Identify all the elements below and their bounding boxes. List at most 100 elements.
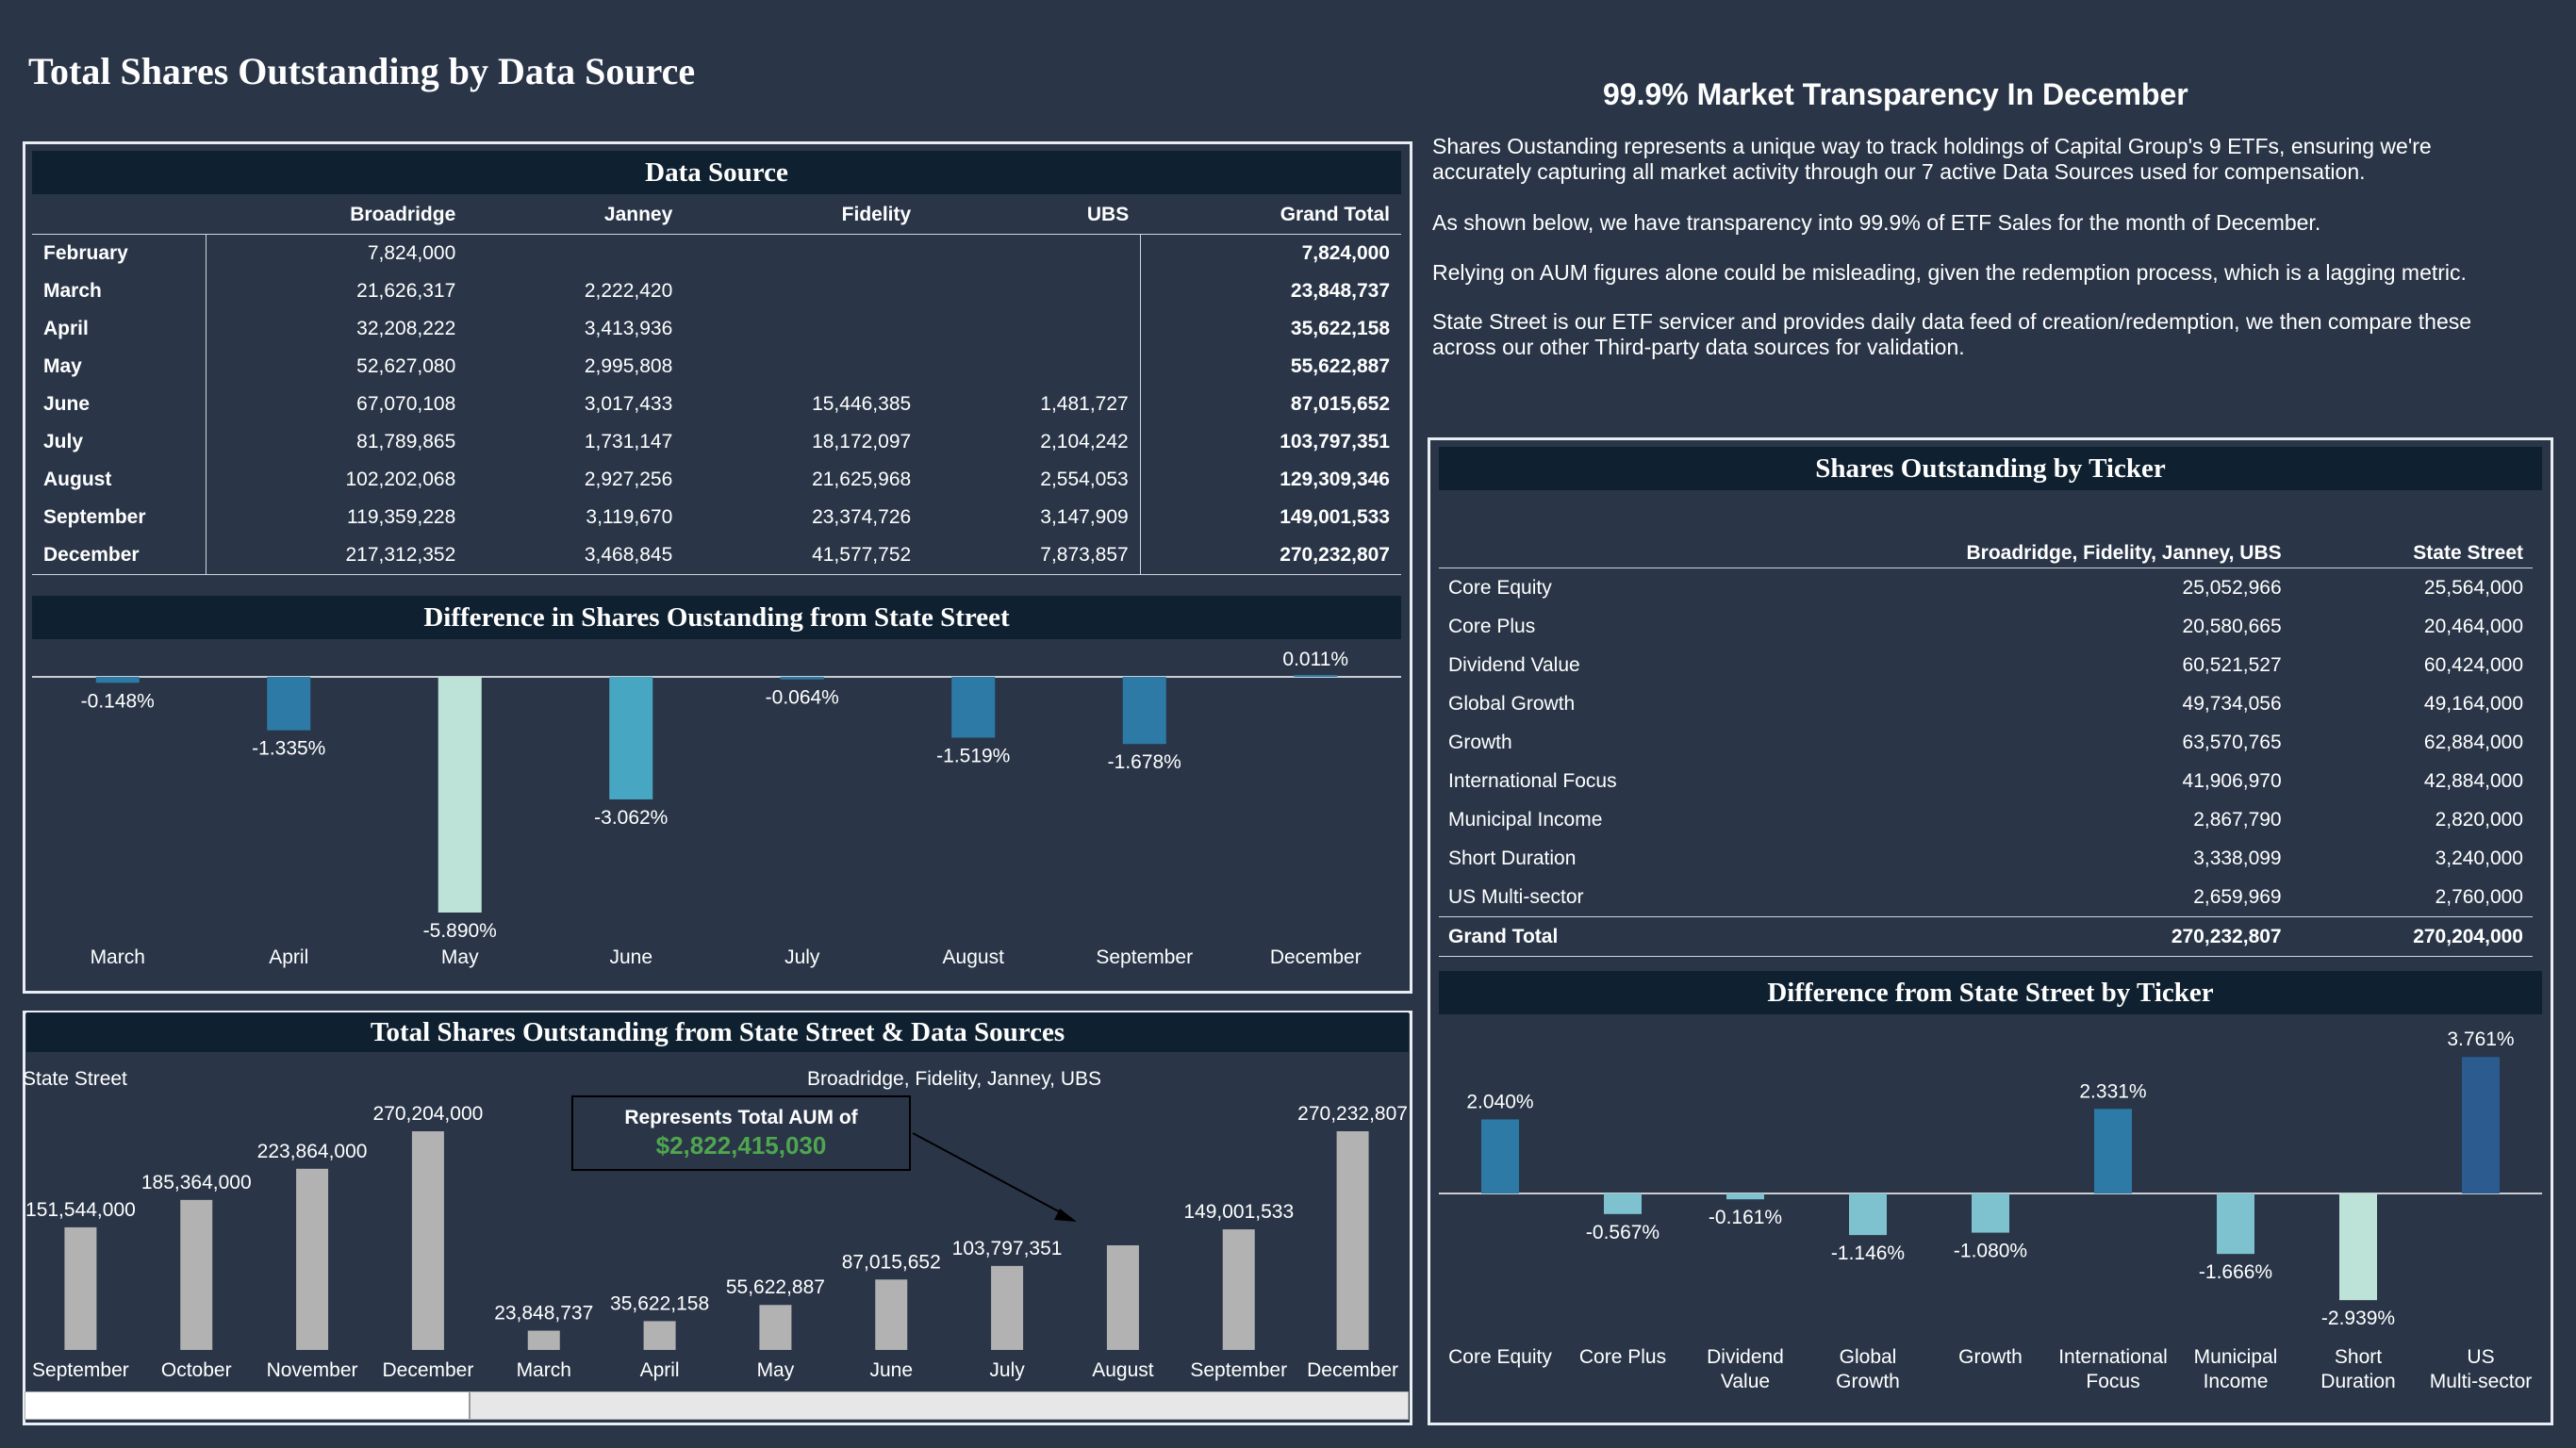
- value-cell: 41,577,752: [684, 536, 923, 575]
- data-label: 270,204,000: [373, 1103, 484, 1125]
- value-cell: 60,521,527: [2182, 653, 2282, 676]
- table-row: International Focus 41,906,970 42,884,000: [1439, 762, 2533, 800]
- data-label: 23,848,737: [494, 1303, 593, 1325]
- aum-callout: Represents Total AUM of $2,822,415,030: [571, 1095, 911, 1171]
- difference-bar: [780, 677, 824, 680]
- column-header: State Street: [2290, 539, 2533, 568]
- month-cell: December: [32, 536, 206, 575]
- column-header: [1439, 539, 1665, 568]
- horizontal-scrollbar[interactable]: [25, 1391, 1409, 1420]
- value-cell: 87,015,652: [1139, 386, 1401, 423]
- data-label: 151,544,000: [25, 1199, 136, 1221]
- value-cell: 3,017,433: [584, 393, 673, 415]
- data-label: -2.939%: [2321, 1308, 2395, 1329]
- table-row: April 32,208,222 3,413,936 35,622,158: [32, 310, 1401, 348]
- value-cell: 1,731,147: [584, 431, 673, 452]
- table-row: September 119,359,228 3,119,670 23,374,726 3…: [32, 499, 1401, 536]
- data-label: -1.146%: [1831, 1242, 1905, 1264]
- value-cell: 7,873,857: [922, 536, 1141, 575]
- month-cell: June: [32, 386, 206, 423]
- column-header: UBS: [1086, 204, 1130, 225]
- category-label: Growth: [1958, 1346, 2023, 1368]
- value-cell: 62,884,000: [2423, 731, 2523, 753]
- paragraph-3: Relying on AUM figures alone could be mi…: [1432, 260, 2467, 285]
- value-cell: 23,374,726: [812, 506, 912, 528]
- data-label: 149,001,533: [1183, 1201, 1294, 1223]
- table-row: US Multi-sector 2,659,969 2,760,000: [1439, 878, 2533, 917]
- table-row: Short Duration 3,338,099 3,240,000: [1439, 839, 2533, 878]
- ticker-difference-bar: [2217, 1193, 2254, 1255]
- difference-bar: [267, 677, 311, 731]
- category-label: US: [2467, 1346, 2494, 1368]
- ticker-difference-chart: 2.040% Core Equity -0.567% Core Plus -0.161%…: [1439, 1028, 2542, 1392]
- category-label: November: [267, 1359, 358, 1381]
- total-bar: [64, 1226, 97, 1350]
- data-label: -3.062%: [594, 807, 668, 829]
- scrollbar-thumb[interactable]: [25, 1392, 471, 1419]
- data-source-banner: Data Source: [32, 151, 1401, 194]
- table-row: Dividend Value 60,521,527 60,424,000: [1439, 646, 2533, 684]
- grand-total-row: Grand Total 270,232,807 270,204,000: [1439, 916, 2533, 957]
- category-label: Income: [2204, 1371, 2269, 1392]
- value-cell: 217,312,352: [206, 536, 468, 575]
- table-row: December 217,312,352 3,468,845 41,577,752 7,…: [32, 536, 1401, 575]
- value-cell: 60,424,000: [2423, 653, 2523, 676]
- category-label: March: [91, 946, 145, 968]
- category-label: August: [943, 946, 1005, 968]
- ticker-difference-bar: [1972, 1193, 2009, 1233]
- difference-bar: [438, 677, 482, 913]
- total-value: 270,232,807: [1665, 916, 2291, 957]
- value-cell: 7,824,000: [1139, 234, 1401, 272]
- column-header: Fidelity: [841, 204, 912, 225]
- difference-bar: [951, 677, 996, 738]
- value-cell: 102,202,068: [345, 469, 456, 490]
- data-label: 223,864,000: [257, 1141, 368, 1162]
- data-label: -5.890%: [423, 920, 497, 942]
- data-label: -1.666%: [2199, 1261, 2272, 1283]
- value-cell: 3,413,936: [584, 318, 673, 339]
- data-label: -0.064%: [766, 687, 839, 709]
- data-label: -0.148%: [81, 690, 155, 712]
- value-cell: 149,001,533: [1139, 499, 1401, 536]
- month-cell: February: [32, 234, 206, 272]
- column-header: Grand Total: [1280, 204, 1390, 225]
- ticker-cell: Dividend Value: [1448, 653, 1580, 676]
- ticker-cell: Global Growth: [1448, 692, 1576, 715]
- callout-arrow: [912, 1132, 1068, 1217]
- value-cell: 21,626,317: [356, 280, 456, 302]
- value-cell: 2,222,420: [584, 280, 673, 302]
- difference-bar-chart: -0.148% March -1.335% April -5.890% May -3.062…: [32, 649, 1401, 968]
- category-label: June: [609, 946, 652, 968]
- value-cell: 2,659,969: [2193, 885, 2282, 908]
- value-cell: 63,570,765: [2182, 731, 2282, 753]
- table-row: Municipal Income 2,867,790 2,820,000: [1439, 800, 2533, 839]
- month-cell: May: [32, 348, 206, 386]
- value-cell: 3,468,845: [467, 536, 685, 575]
- data-label: 55,622,887: [726, 1276, 825, 1298]
- table-row: Core Equity 25,052,966 25,564,000: [1439, 568, 2533, 608]
- value-cell: 2,927,256: [584, 469, 673, 490]
- category-label: September: [1096, 946, 1193, 968]
- total-label: Grand Total: [1439, 916, 1665, 957]
- ticker-difference-bar: [1849, 1193, 1887, 1236]
- ticker-cell: Core Plus: [1448, 615, 1536, 637]
- total-bar: [643, 1321, 676, 1350]
- total-bar: [1222, 1229, 1255, 1350]
- month-cell: March: [32, 272, 206, 310]
- ticker-cell: Growth: [1448, 731, 1512, 753]
- table-row: August 102,202,068 2,927,256 21,625,968 2,55…: [32, 461, 1401, 499]
- data-label: 0.011%: [1282, 649, 1348, 670]
- column-header: Broadridge: [350, 204, 456, 225]
- transparency-headline: 99.9% Market Transparency In December: [1603, 77, 2188, 111]
- category-label: Core Equity: [1448, 1346, 1552, 1368]
- table-row: Global Growth 49,734,056 49,164,000: [1439, 684, 2533, 723]
- total-bar: [875, 1279, 908, 1350]
- difference-bar: [1294, 675, 1338, 677]
- table-row: July 81,789,865 1,731,147 18,172,097 2,104,2…: [32, 423, 1401, 461]
- value-cell: 2,867,790: [2193, 808, 2282, 831]
- data-label: 185,364,000: [141, 1172, 252, 1193]
- difference-chart-banner: Difference in Shares Oustanding from Sta…: [32, 596, 1401, 639]
- paragraph-4: State Street is our ETF servicer and pro…: [1432, 309, 2472, 359]
- ticker-cell: Core Equity: [1448, 576, 1552, 599]
- data-label: -1.335%: [252, 738, 325, 760]
